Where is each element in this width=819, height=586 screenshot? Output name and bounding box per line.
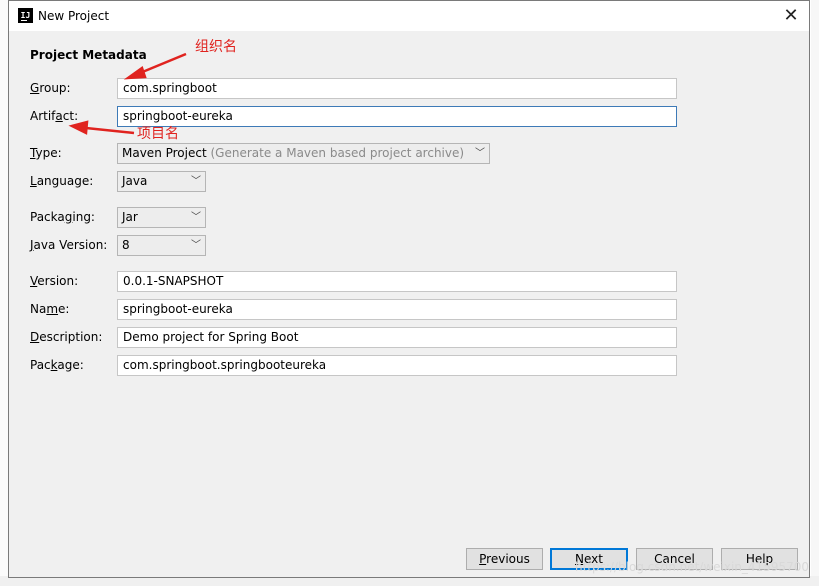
java-version-select[interactable]: 8 ﹀	[117, 235, 206, 256]
watermark: https://blog.csdn.net/weixin_41595700	[574, 560, 809, 574]
chevron-down-icon: ﹀	[475, 148, 485, 159]
dialog-titlebar: IJ New Project ✕	[9, 1, 809, 31]
name-label: Name:	[30, 302, 70, 316]
language-label: Language:	[30, 174, 94, 188]
packaging-select[interactable]: Jar ﹀	[117, 207, 206, 228]
background-app-left-edge	[0, 0, 8, 586]
background-app-right-edge	[811, 0, 819, 586]
intellij-app-icon: IJ	[18, 8, 33, 23]
previous-button[interactable]: Previous	[466, 548, 543, 570]
version-label: Version:	[30, 274, 79, 288]
packaging-label: Packaging:	[30, 210, 95, 224]
package-label: Package:	[30, 358, 84, 372]
java-version-label: Java Version:	[30, 238, 108, 252]
dialog-content: Project Metadata Group: com.springboot A…	[9, 31, 809, 577]
group-input[interactable]: com.springboot	[117, 78, 677, 99]
new-project-dialog: IJ New Project ✕ Project Metadata Group:…	[8, 0, 810, 578]
artifact-label: Artifact:	[30, 109, 79, 123]
close-icon[interactable]: ✕	[779, 4, 803, 28]
group-label: Group:	[30, 81, 71, 95]
name-input[interactable]: springboot-eureka	[117, 299, 677, 320]
artifact-annotation: 项目名	[137, 126, 179, 142]
description-label: Description:	[30, 330, 103, 344]
type-select[interactable]: Maven Project (Generate a Maven based pr…	[117, 143, 490, 164]
chevron-down-icon: ﹀	[191, 176, 201, 187]
version-input[interactable]: 0.0.1-SNAPSHOT	[117, 271, 677, 292]
language-select[interactable]: Java ﹀	[117, 171, 206, 192]
chevron-down-icon: ﹀	[191, 212, 201, 223]
section-title: Project Metadata	[30, 48, 147, 62]
type-label: Type:	[30, 146, 62, 160]
chevron-down-icon: ﹀	[191, 240, 201, 251]
package-input[interactable]: com.springboot.springbooteureka	[117, 355, 677, 376]
artifact-input[interactable]: springboot-eureka	[117, 106, 677, 127]
description-input[interactable]: Demo project for Spring Boot	[117, 327, 677, 348]
dialog-title: New Project	[38, 9, 110, 23]
group-annotation: 组织名	[195, 39, 237, 55]
